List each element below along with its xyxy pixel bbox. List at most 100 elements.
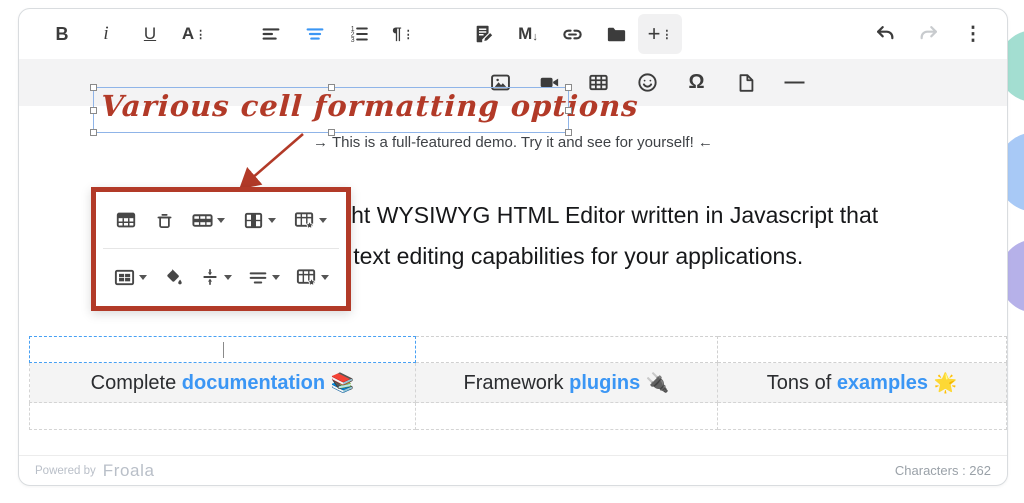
table-row [30,337,1007,363]
cell-background-button[interactable] [162,266,184,288]
paragraph-icon: ¶ [392,24,401,44]
editor-card: B i U A⋮ 123 ¶⋮ M↓ +⋮ [18,8,1008,486]
dropdown-caret-icon [139,275,147,280]
dropdown-caret-icon [319,218,327,223]
more-text-icon: A [182,24,194,44]
markdown-arrow-icon: ↓ [532,31,538,43]
omega-icon: Ω [688,71,704,94]
resize-handle[interactable] [565,84,572,91]
italic-button[interactable]: i [84,14,128,54]
documentation-cell[interactable]: Complete documentation 📚 [30,363,416,403]
plus-icon: + [648,21,661,47]
resize-handle[interactable] [328,129,335,136]
table-header-icon [115,209,137,231]
row-options-button[interactable] [191,209,225,232]
examples-cell[interactable]: Tons of examples 🌟 [718,363,1007,403]
table-header-button[interactable] [115,209,137,231]
powered-by-label: Powered by [35,465,96,477]
cell-style-button[interactable] [295,266,329,289]
table-style-button[interactable] [293,209,327,232]
align-left-icon [260,23,282,45]
empty-cell[interactable] [30,403,416,430]
bold-button[interactable]: B [40,14,84,54]
empty-cell[interactable] [416,337,718,363]
vertical-align-button[interactable] [199,266,232,288]
ordered-list-button[interactable]: 123 [337,14,381,54]
align-center-icon [304,23,326,45]
dropdown-caret-icon [217,218,225,223]
dropdown-caret-icon [321,275,329,280]
table-row: Complete documentation 📚 Framework plugi… [30,363,1007,403]
text-cursor [223,342,224,358]
more-text-button[interactable]: A⋮ [172,14,216,54]
file-manager-button[interactable] [594,14,638,54]
resize-handle[interactable] [565,129,572,136]
cell-star-icon [295,266,318,289]
horizontal-line-button[interactable]: — [770,63,819,103]
plugins-link[interactable]: plugins [569,372,640,394]
examples-link[interactable]: examples [837,372,928,394]
more-dots-icon: ⋮ [195,28,206,41]
insert-link-button[interactable] [550,14,594,54]
selected-empty-cell[interactable] [30,337,416,363]
cell-text: Framework [464,372,570,394]
align-left-button[interactable] [249,14,293,54]
paint-bucket-icon [162,266,184,288]
empty-cell[interactable] [416,403,718,430]
markdown-icon: M [518,24,532,44]
resize-handle[interactable] [90,84,97,91]
dropdown-caret-icon [268,218,276,223]
cell-formatting-popup [91,187,351,311]
get-edited-html-button[interactable] [462,14,506,54]
align-center-button[interactable] [293,14,337,54]
underline-button[interactable]: U [128,14,172,54]
undo-button[interactable] [863,14,907,54]
table-row [30,403,1007,430]
horizontal-align-icon [247,266,269,288]
redo-icon [918,23,940,45]
underline-icon: U [144,24,156,44]
resize-handle[interactable] [90,107,97,114]
vertical-align-icon [199,266,221,288]
dropdown-caret-icon [224,275,232,280]
minus-icon: — [785,71,805,94]
document-edit-icon [473,23,495,45]
table-column-icon [242,209,265,232]
dropdown-caret-icon [272,275,280,280]
insert-file-button[interactable] [721,63,770,103]
books-emoji-icon: 📚 [331,373,355,394]
plugins-cell[interactable]: Framework plugins 🔌 [416,363,718,403]
merge-cells-button[interactable] [113,266,147,289]
annotation-arrow [224,124,314,196]
column-options-button[interactable] [242,209,276,232]
popup-row-1 [96,192,346,248]
documentation-link[interactable]: documentation [182,372,325,394]
markdown-button[interactable]: M↓ [506,14,550,54]
resize-handle[interactable] [565,107,572,114]
italic-icon: i [103,23,108,45]
resize-handle[interactable] [90,129,97,136]
bold-icon: B [56,24,69,45]
file-icon [735,72,757,94]
undo-icon [874,23,896,45]
kebab-icon: ⋮ [964,23,983,46]
special-characters-button[interactable]: Ω [672,63,721,103]
horizontal-align-button[interactable] [247,266,280,288]
ordered-list-icon: 123 [348,23,370,45]
resize-handle[interactable] [328,84,335,91]
link-icon [561,23,584,46]
demo-line: → This is a full-featured demo. Try it a… [19,134,1007,151]
more-options-button[interactable]: ⋮ [951,14,995,54]
selected-annotation-image[interactable]: Various cell formatting options [93,87,569,133]
empty-cell[interactable] [718,337,1007,363]
empty-cell[interactable] [718,403,1007,430]
character-count: Characters : 262 [895,463,991,478]
insert-more-button[interactable]: +⋮ [638,14,682,54]
folder-icon [605,23,628,46]
delete-table-button[interactable] [154,210,175,231]
star-emoji-icon: 🌟 [934,373,958,394]
table-star-icon [293,209,316,232]
redo-button[interactable] [907,14,951,54]
svg-text:3: 3 [351,37,355,44]
paragraph-format-button[interactable]: ¶⋮ [381,14,425,54]
